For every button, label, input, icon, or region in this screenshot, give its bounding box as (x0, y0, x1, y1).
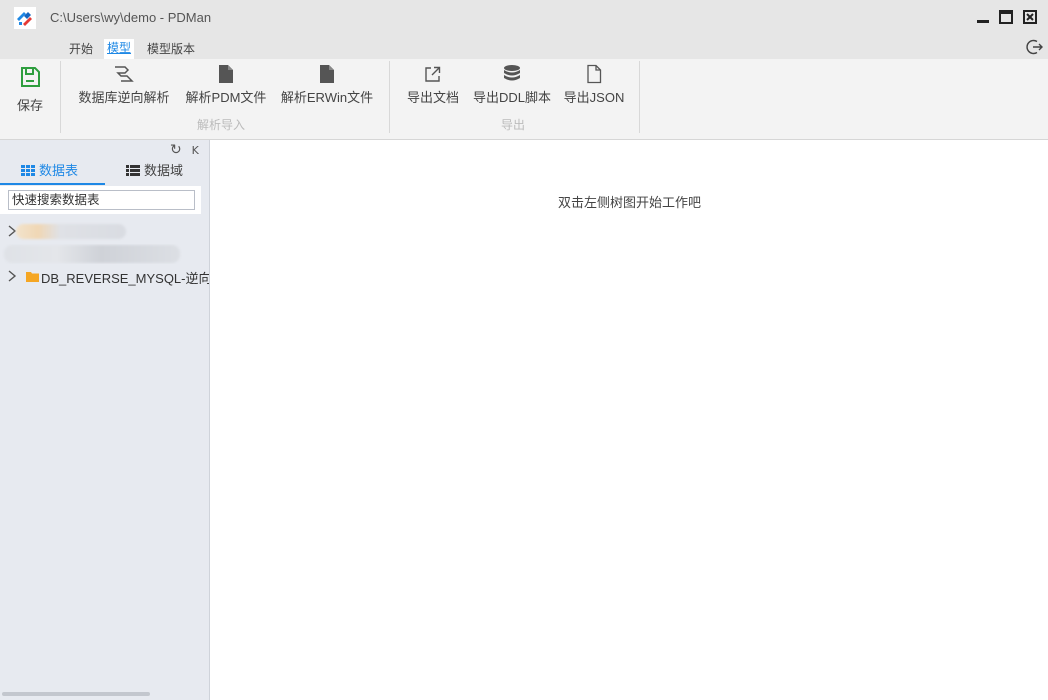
reverse-db-button[interactable]: 数据库逆向解析 (74, 64, 174, 106)
pdman-logo-icon (14, 7, 36, 29)
file-icon (219, 65, 233, 83)
reverse-db-label: 数据库逆向解析 (78, 90, 170, 105)
parse-pdm-label: 解析PDM文件 (185, 90, 267, 105)
sidebar: ↻ K 数据表 数据域 快速搜索数据表 DB_REVERSE_MYSQL-逆向 (0, 140, 210, 700)
tab-model-version[interactable]: 模型版本 (144, 41, 198, 59)
export-json-button[interactable]: 导出JSON (562, 64, 626, 106)
parse-pdm-button[interactable]: 解析PDM文件 (182, 64, 270, 106)
sidebar-tools: ↻ K (170, 142, 199, 158)
sidebar-tabs: 数据表 数据域 (0, 160, 209, 186)
tab-tables[interactable]: 数据表 (0, 163, 105, 185)
search-container (0, 186, 201, 214)
minimize-icon[interactable] (976, 10, 990, 24)
maximize-icon[interactable] (999, 10, 1013, 24)
ribbon-toolbar: 保存 数据库逆向解析 解析PDM文件 解析ERWin文件 解析导入 导出文档 导… (0, 59, 1048, 140)
redacted-label (4, 245, 180, 263)
parse-erwin-button[interactable]: 解析ERWin文件 (278, 64, 376, 106)
parse-erwin-label: 解析ERWin文件 (280, 90, 374, 105)
group-label-parse-import: 解析导入 (197, 118, 246, 132)
file-outline-icon (587, 64, 602, 84)
save-button[interactable]: 保存 (12, 65, 48, 114)
divider (60, 61, 61, 133)
close-icon[interactable] (1023, 10, 1037, 24)
database-icon (504, 65, 520, 81)
exit-icon[interactable] (1026, 38, 1044, 56)
export-doc-label: 导出文档 (406, 90, 459, 105)
tab-start[interactable]: 开始 (66, 41, 96, 59)
save-label: 保存 (16, 98, 43, 113)
tree-node[interactable]: DB_REVERSE_MYSQL-逆向解析 (0, 266, 209, 286)
tree-node-label: DB_REVERSE_MYSQL-逆向解析 (41, 271, 209, 286)
empty-state-message: 双击左侧树图开始工作吧 (557, 195, 701, 210)
divider (639, 61, 640, 133)
tab-domains[interactable]: 数据域 (126, 163, 183, 185)
export-json-label: 导出JSON (563, 90, 625, 105)
tab-domains-label: 数据域 (144, 164, 184, 179)
refresh-icon[interactable]: ↻ (170, 142, 182, 158)
tab-model[interactable]: 模型 (104, 39, 135, 59)
menu-bar: 开始 模型 模型版本 (0, 38, 1048, 59)
window-title: C:\Users\wy\demo - PDMan (50, 10, 212, 25)
export-ddl-button[interactable]: 导出DDL脚本 (469, 64, 555, 106)
collapse-icon[interactable]: K (192, 144, 199, 157)
horizontal-scrollbar[interactable] (2, 692, 150, 696)
export-icon (425, 66, 441, 82)
grid-icon (21, 165, 35, 176)
redacted-label (16, 224, 126, 239)
export-doc-button[interactable]: 导出文档 (403, 64, 463, 106)
save-icon (21, 67, 40, 87)
list-icon (126, 165, 140, 176)
tab-tables-label: 数据表 (39, 164, 79, 179)
folder-icon (26, 272, 39, 282)
active-tab-indicator (0, 183, 105, 185)
divider (389, 61, 390, 133)
tree-node-redacted[interactable] (0, 221, 209, 241)
main-workspace: 双击左侧树图开始工作吧 (211, 140, 1048, 700)
group-label-export: 导出 (501, 118, 526, 132)
database-reverse-icon (115, 66, 134, 82)
export-ddl-label: 导出DDL脚本 (472, 90, 551, 105)
title-bar: C:\Users\wy\demo - PDMan (0, 0, 1048, 38)
search-input[interactable] (8, 190, 195, 210)
chevron-right-icon (8, 270, 17, 282)
tree-node-redacted[interactable] (0, 244, 209, 264)
file-icon (320, 65, 334, 83)
